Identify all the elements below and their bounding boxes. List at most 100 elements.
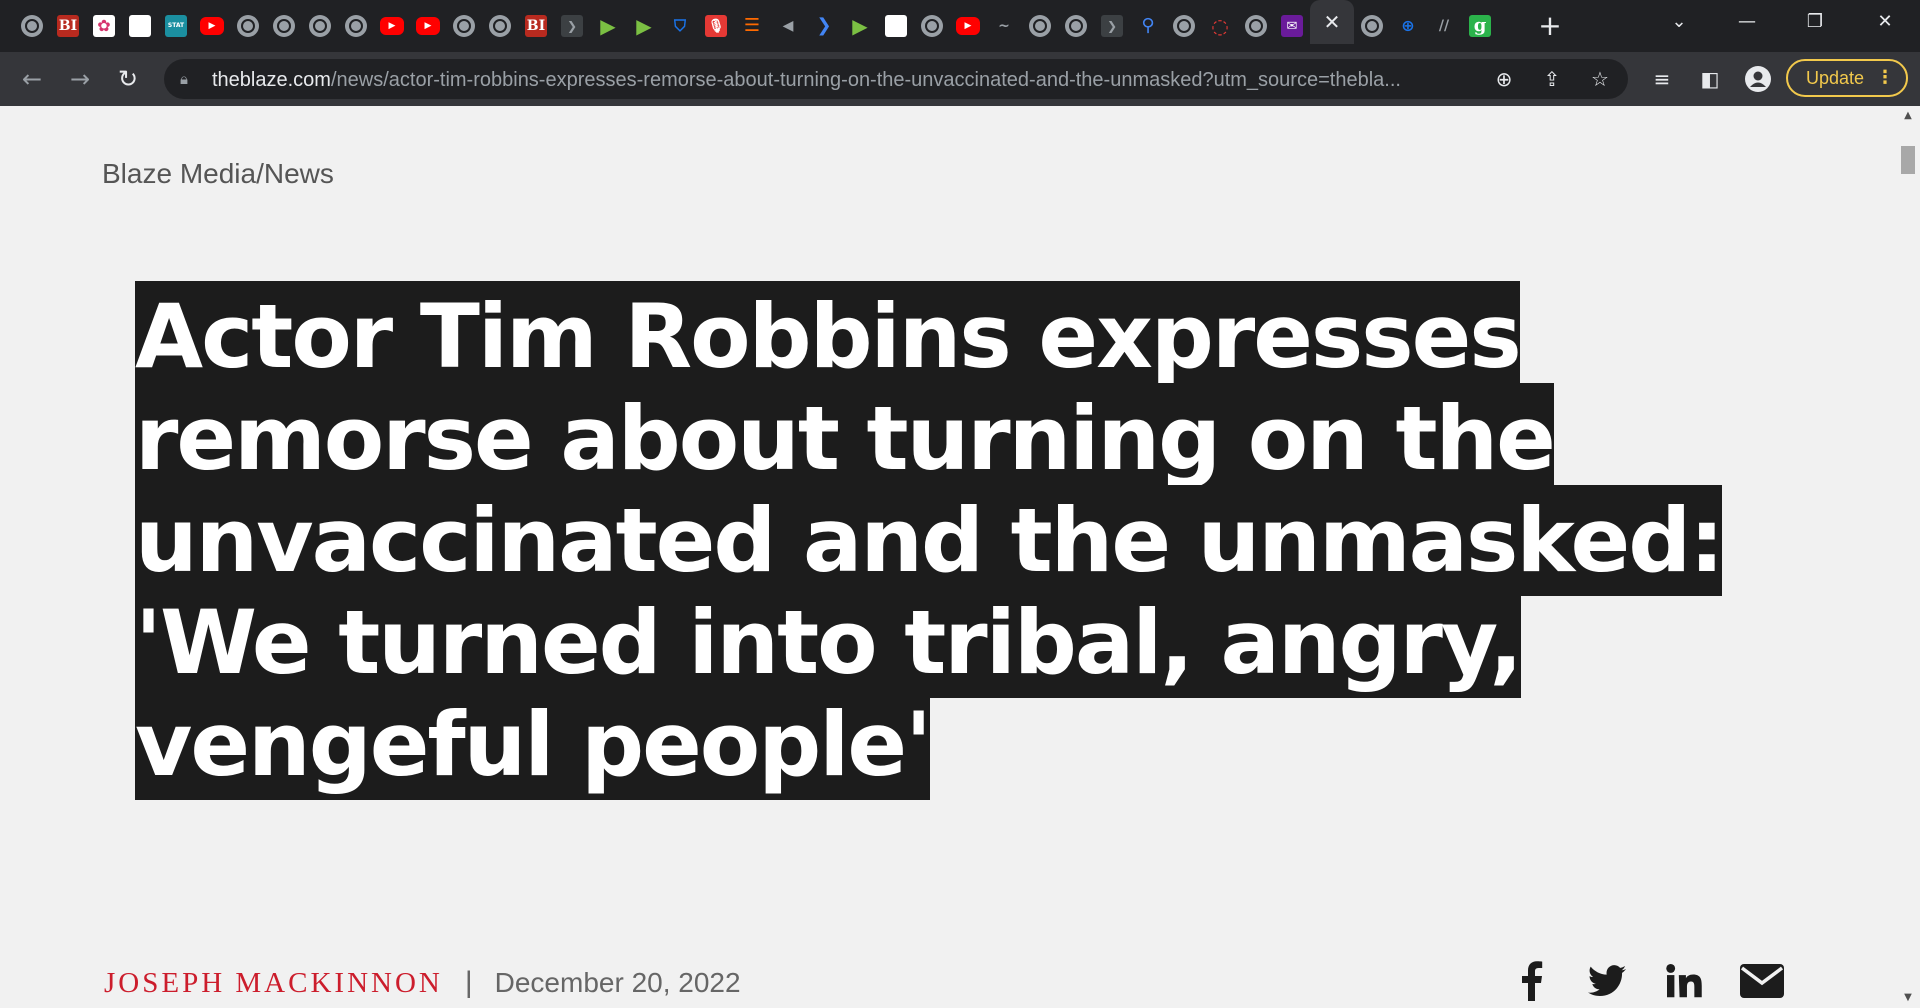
- active-tab[interactable]: ✕: [1310, 0, 1354, 44]
- browser-tab[interactable]: [1166, 8, 1202, 44]
- browser-tab[interactable]: ▶: [842, 8, 878, 44]
- new-tab-button[interactable]: +: [1534, 10, 1566, 42]
- youtube-icon: ▶: [956, 17, 980, 35]
- browser-tab[interactable]: [14, 8, 50, 44]
- bookmark-star-icon[interactable]: ☆: [1586, 65, 1614, 93]
- scroll-up-arrow-icon[interactable]: ▲: [1896, 108, 1920, 124]
- scroll-down-arrow-icon[interactable]: ▼: [1896, 990, 1920, 1006]
- play-circle-icon: ▶: [600, 14, 616, 38]
- update-label: Update: [1806, 68, 1865, 88]
- speaker-icon: ◀: [782, 18, 794, 34]
- publish-date: December 20, 2022: [494, 967, 741, 998]
- page-scrollbar[interactable]: ▲ ▼: [1896, 106, 1920, 1008]
- browser-tab[interactable]: [446, 8, 482, 44]
- browser-tab[interactable]: ⛉: [662, 8, 698, 44]
- arrow-tag-icon: ❯: [561, 15, 583, 37]
- youtube-icon: ▶: [416, 17, 440, 35]
- stat-icon: STAT: [165, 15, 187, 37]
- globe-icon: [21, 15, 43, 37]
- browser-tab[interactable]: ❯: [1094, 8, 1130, 44]
- lock-icon[interactable]: 🔒︎: [180, 70, 194, 88]
- share-icon[interactable]: ⇪: [1538, 65, 1566, 93]
- globe-icon: [1245, 15, 1267, 37]
- browser-tab[interactable]: ⚲: [1130, 8, 1166, 44]
- globe-icon: [237, 15, 259, 37]
- browser-tab[interactable]: [230, 8, 266, 44]
- browser-tab[interactable]: ✉: [1274, 8, 1310, 44]
- browser-tab[interactable]: ❯: [806, 8, 842, 44]
- pinwheel-icon: ✿: [93, 15, 115, 37]
- browser-tab[interactable]: ◀: [770, 8, 806, 44]
- browser-tab[interactable]: [338, 8, 374, 44]
- linkedin-icon[interactable]: [1666, 956, 1702, 1006]
- scroll-thumb[interactable]: [1901, 146, 1915, 174]
- browser-tab[interactable]: ▶: [590, 8, 626, 44]
- browser-tab[interactable]: [302, 8, 338, 44]
- browser-tab[interactable]: ▶: [194, 8, 230, 44]
- minimize-button[interactable]: —: [1724, 6, 1770, 38]
- more-menu-icon[interactable]: ⋮: [1876, 61, 1894, 95]
- mail-icon: ✉: [1281, 15, 1303, 37]
- browser-tab[interactable]: [482, 8, 518, 44]
- browser-tab[interactable]: ☰: [734, 8, 770, 44]
- browser-tab[interactable]: ~: [986, 8, 1022, 44]
- browser-tab[interactable]: //: [1426, 8, 1462, 44]
- email-icon[interactable]: [1740, 956, 1784, 1006]
- address-bar[interactable]: 🔒︎ theblaze.com/news/actor-tim-robbins-e…: [164, 59, 1628, 99]
- g-logo-icon: g: [1469, 15, 1491, 37]
- bookmark-stack-icon: ☰: [743, 15, 761, 36]
- close-window-button[interactable]: ✕: [1862, 6, 1908, 38]
- browser-tab[interactable]: ⊕: [1390, 8, 1426, 44]
- update-button[interactable]: Update ⋮: [1786, 59, 1908, 97]
- shield-icon: ⛉: [673, 16, 686, 35]
- youtube-icon: ▶: [200, 17, 224, 35]
- byline: JOSEPH MACKINNON | December 20, 2022: [104, 963, 741, 1003]
- browser-tab[interactable]: g: [1462, 8, 1498, 44]
- browser-tab[interactable]: ▶: [410, 8, 446, 44]
- globe-icon: [1361, 15, 1383, 37]
- browser-tab[interactable]: [1058, 8, 1094, 44]
- slash-logo-icon: //: [1438, 18, 1450, 34]
- browser-tab[interactable]: ▶: [374, 8, 410, 44]
- browser-tab[interactable]: [914, 8, 950, 44]
- facebook-icon[interactable]: [1520, 956, 1544, 1006]
- browser-tab[interactable]: ❯: [554, 8, 590, 44]
- twitter-icon[interactable]: [1588, 956, 1626, 1006]
- browser-tab[interactable]: [122, 8, 158, 44]
- teal-logo-icon: ⊕: [1401, 16, 1415, 35]
- reload-button[interactable]: ↻: [112, 63, 144, 95]
- browser-toolbar: ← → ↻ 🔒︎ theblaze.com/news/actor-tim-rob…: [0, 52, 1920, 106]
- browser-tab[interactable]: [1022, 8, 1058, 44]
- globe-icon: [345, 15, 367, 37]
- author-link[interactable]: JOSEPH MACKINNON: [104, 967, 443, 1000]
- browser-tab[interactable]: [1238, 8, 1274, 44]
- url-text[interactable]: theblaze.com/news/actor-tim-robbins-expr…: [212, 69, 1492, 91]
- globe-icon: [1173, 15, 1195, 37]
- restore-button[interactable]: ❐: [1792, 6, 1838, 38]
- browser-tab[interactable]: STAT: [158, 8, 194, 44]
- browser-tab[interactable]: BI: [518, 8, 554, 44]
- browser-tab[interactable]: ▶: [950, 8, 986, 44]
- browser-tab[interactable]: ✿: [86, 8, 122, 44]
- tab-search-button[interactable]: ⌄: [1656, 6, 1702, 38]
- media-queue-icon[interactable]: ≡: [1646, 63, 1678, 95]
- forward-button[interactable]: →: [64, 63, 96, 95]
- browser-tab[interactable]: ▶: [626, 8, 662, 44]
- profile-avatar-icon[interactable]: [1742, 63, 1774, 95]
- red-ring-icon: ◌: [1211, 14, 1229, 38]
- zoom-icon[interactable]: ⊕: [1490, 65, 1518, 93]
- globe-icon: [489, 15, 511, 37]
- browser-tab[interactable]: [878, 8, 914, 44]
- globe-icon: [921, 15, 943, 37]
- browser-tab[interactable]: ◌: [1202, 8, 1238, 44]
- browser-tab[interactable]: [266, 8, 302, 44]
- browser-tab[interactable]: BI: [50, 8, 86, 44]
- breadcrumb[interactable]: Blaze Media/News: [102, 158, 334, 190]
- browser-tab[interactable]: [1354, 8, 1390, 44]
- globe-icon: [309, 15, 331, 37]
- play-circle-icon: ▶: [852, 14, 868, 38]
- close-tab-icon[interactable]: ✕: [1324, 10, 1341, 34]
- side-panel-icon[interactable]: ◧: [1694, 63, 1726, 95]
- back-button[interactable]: ←: [16, 63, 48, 95]
- browser-tab[interactable]: 🎙: [698, 8, 734, 44]
